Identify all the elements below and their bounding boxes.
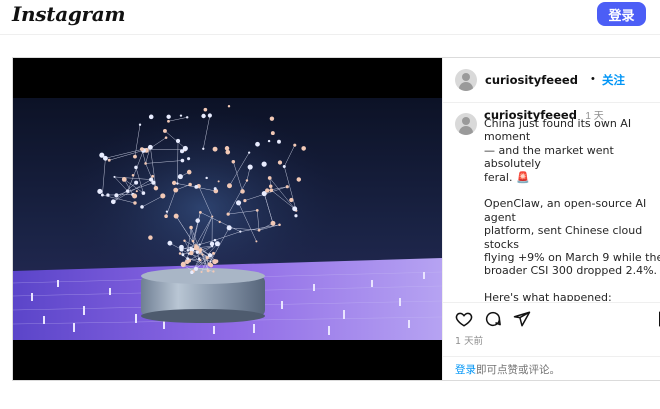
ai-brain-illustration xyxy=(13,58,442,380)
caption-line: feral. 🚨 xyxy=(484,170,530,184)
caption-avatar[interactable] xyxy=(455,113,477,135)
post-container: curiosityfeeed • 关注 ••• curiosityfeeed 1… xyxy=(12,57,660,381)
post-image[interactable] xyxy=(13,58,442,380)
action-bar xyxy=(443,302,660,333)
heart-icon[interactable] xyxy=(455,310,473,328)
caption-line xyxy=(484,278,660,291)
caption-line: OpenClaw, an open-source AI agent xyxy=(484,197,650,224)
avatar[interactable] xyxy=(455,69,477,91)
instagram-logo[interactable]: Instagram xyxy=(12,2,126,26)
caption-line: China just found its own AI moment xyxy=(484,117,635,144)
caption-area: curiosityfeeed 1 天 China just found its … xyxy=(443,103,660,301)
post-sidebar: curiosityfeeed • 关注 ••• curiosityfeeed 1… xyxy=(442,58,660,380)
post-username[interactable]: curiosityfeeed xyxy=(485,73,578,87)
post-header: curiosityfeeed • 关注 ••• xyxy=(443,58,660,103)
separator-dot: • xyxy=(591,73,595,85)
caption-text: China just found its own AI moment — and … xyxy=(484,117,660,301)
comment-icon[interactable] xyxy=(484,310,502,328)
footer-text: 即可点赞或评论。 xyxy=(476,364,560,376)
login-button[interactable]: 登录 xyxy=(597,2,646,26)
footer-login-link[interactable]: 登录 xyxy=(455,364,476,376)
caption-line: Here's what happened: xyxy=(484,291,612,301)
caption-line: flying +9% on March 9 while the xyxy=(484,251,660,265)
post-date: 1 天前 xyxy=(455,336,484,347)
caption-line: — and the market went absolutely xyxy=(484,143,618,171)
bookmark-icon[interactable] xyxy=(656,310,660,328)
caption-line: platform, sent Chinese cloud stocks xyxy=(484,224,646,251)
follow-button[interactable]: 关注 xyxy=(602,72,625,88)
share-icon[interactable] xyxy=(513,310,531,328)
login-prompt: 登录即可点赞或评论。 xyxy=(443,356,660,381)
caption-line xyxy=(484,184,660,197)
top-bar: Instagram 登录 xyxy=(0,0,660,35)
caption-line: broader CSI 300 dropped 2.4%. xyxy=(484,264,658,278)
